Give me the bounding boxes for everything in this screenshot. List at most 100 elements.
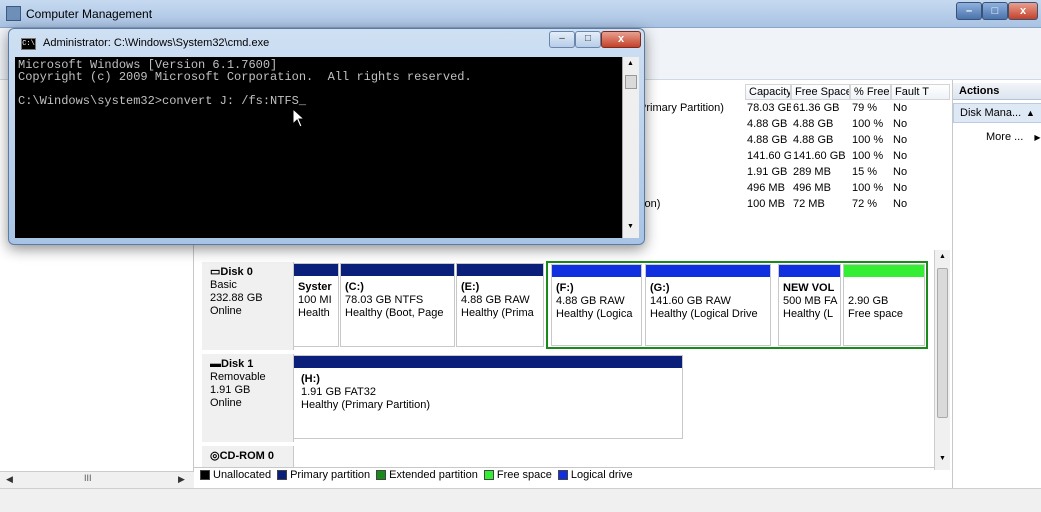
cdrom-0-label[interactable]: ◎CD-ROM 0: [202, 446, 294, 468]
legend-label: Unallocated: [213, 469, 272, 481]
partition-size: 500 MB FA: [783, 295, 838, 307]
partition-g[interactable]: (G:) 141.60 GB RAW Healthy (Logical Drive: [645, 264, 771, 346]
partition-bar: [646, 265, 770, 277]
collapse-icon[interactable]: ▲: [1026, 104, 1035, 122]
partition-bar: [844, 265, 924, 277]
partition-size: 141.60 GB RAW: [650, 295, 731, 307]
partition-c[interactable]: (C:) 78.03 GB NTFS Healthy (Boot, Page: [340, 263, 455, 347]
scroll-left-icon[interactable]: ◀: [6, 474, 13, 485]
legend-item: Extended partition: [370, 468, 478, 483]
actions-disk-management[interactable]: Disk Mana... ▲: [953, 103, 1041, 123]
cell-capacity: 141.60 GB: [747, 150, 791, 162]
disk-graphical-view[interactable]: ▭Disk 0 Basic 232.88 GB Online Syster 100…: [194, 250, 934, 470]
legend-swatch: [277, 470, 288, 481]
column-header-fault-tolerance[interactable]: Fault T: [891, 84, 950, 100]
partition-h[interactable]: (H:) 1.91 GB FAT32 Healthy (Primary Partit…: [293, 355, 683, 439]
partition-free-space[interactable]: 2.90 GB Free space: [843, 264, 925, 346]
partition-status: Healthy (Boot, Page: [345, 307, 444, 319]
cell-pct: 15 %: [852, 166, 878, 178]
legend-item: Free space: [478, 468, 552, 483]
cmd-vertical-scrollbar[interactable]: ▲ ▼: [622, 57, 639, 238]
legend-item: Logical drive: [552, 468, 633, 483]
cmd-close-button[interactable]: x: [601, 31, 641, 48]
partition-size: 4.88 GB RAW: [556, 295, 625, 307]
scroll-thumb[interactable]: [625, 75, 637, 89]
scroll-down-icon[interactable]: ▼: [627, 223, 634, 230]
partition-status: Healthy (Logical Drive: [650, 308, 758, 320]
cell-capacity: 4.88 GB: [747, 134, 788, 146]
actions-section-label: Disk Mana...: [960, 107, 1022, 119]
status-bar: [0, 488, 1041, 512]
cell-free: 4.88 GB: [793, 134, 834, 146]
partition-system[interactable]: Syster 100 MI Health: [293, 263, 339, 347]
cdrom-0-name: ◎CD-ROM 0: [210, 450, 274, 462]
disk-0-name: ▭Disk 0: [210, 266, 253, 278]
scroll-up-icon[interactable]: ▲: [939, 253, 946, 260]
cell-pct: 100 %: [852, 150, 884, 162]
maximize-button[interactable]: □: [982, 2, 1008, 20]
cell-fault: No: [893, 198, 908, 210]
cmd-maximize-button[interactable]: □: [575, 31, 601, 48]
submenu-arrow-icon: ▶: [1034, 133, 1041, 142]
partition-label: (G:): [650, 282, 670, 294]
actions-header: Actions: [953, 83, 1041, 100]
partition-size: 4.88 GB RAW: [461, 294, 530, 306]
scroll-right-icon[interactable]: ▶: [178, 474, 185, 485]
cmd-icon: C:\: [21, 38, 36, 50]
cell-free: 289 MB: [793, 166, 831, 178]
cell-capacity: 496 MB: [747, 182, 785, 194]
tree-horizontal-scrollbar[interactable]: ◀ III ▶: [0, 471, 194, 488]
scroll-down-icon[interactable]: ▼: [939, 455, 946, 462]
legend-label: Logical drive: [570, 469, 633, 481]
legend: Unallocated Primary partition Extended par…: [194, 467, 934, 483]
graph-vertical-scrollbar[interactable]: ▲ ▼: [934, 250, 950, 470]
partition-status: Health: [298, 307, 330, 319]
legend-swatch: [200, 470, 210, 481]
cdrom-icon: ◎: [210, 450, 220, 462]
legend-item: Primary partition: [271, 468, 370, 483]
partition-f[interactable]: (F:) 4.88 GB RAW Healthy (Logica: [551, 264, 642, 346]
partition-e[interactable]: (E:) 4.88 GB RAW Healthy (Prima: [456, 263, 544, 347]
partition-bar: [552, 265, 641, 277]
removable-disk-icon: ▬: [210, 358, 221, 370]
legend-swatch: [483, 470, 494, 481]
cmd-minimize-button[interactable]: –: [549, 31, 575, 48]
close-button[interactable]: x: [1008, 2, 1038, 20]
cmd-window[interactable]: C:\ Administrator: C:\Windows\System32\c…: [8, 28, 645, 245]
partition-size: 1.91 GB FAT32: [301, 386, 377, 398]
cell-fault: No: [893, 182, 908, 194]
column-header-capacity[interactable]: Capacity: [745, 84, 791, 100]
console-output[interactable]: Microsoft Windows [Version 6.1.7600] Cop…: [15, 57, 622, 238]
actions-pane: Actions Disk Mana... ▲ More ... ▶: [952, 80, 1041, 488]
more-actions-link[interactable]: More ... ▶: [986, 131, 1041, 143]
legend-label: Extended partition: [389, 469, 478, 481]
partition-new-vol[interactable]: NEW VOL 500 MB FA Healthy (L: [778, 264, 841, 346]
column-header-free-space[interactable]: Free Space: [791, 84, 850, 100]
scroll-grip-icon[interactable]: III: [84, 473, 114, 483]
cell-free: 72 MB: [793, 198, 825, 210]
cell-capacity: 100 MB: [747, 198, 785, 210]
computer-management-icon: [6, 6, 21, 21]
legend-label: Free space: [496, 469, 552, 481]
disk-1-label[interactable]: ▬Disk 1 Removable 1.91 GB Online: [202, 354, 294, 442]
scroll-up-icon[interactable]: ▲: [627, 60, 634, 67]
cell-fault: No: [893, 150, 908, 162]
cell-capacity: 1.91 GB: [747, 166, 788, 178]
disk-1-name: ▬Disk 1: [210, 358, 254, 370]
partition-bar: [294, 356, 682, 368]
partition-status: Healthy (Primary Partition): [301, 399, 430, 411]
cell-free: 141.60 GB: [793, 150, 846, 162]
partition-label: (F:): [556, 282, 574, 294]
mouse-pointer-icon: [292, 108, 306, 128]
column-header-percent-free[interactable]: % Free: [850, 84, 891, 100]
cmd-window-title: Administrator: C:\Windows\System32\cmd.e…: [43, 37, 270, 49]
disk-0-label[interactable]: ▭Disk 0 Basic 232.88 GB Online: [202, 262, 294, 350]
cell-layout: Primary Partition): [639, 102, 724, 114]
main-window-title: Computer Management: [26, 7, 153, 21]
scroll-thumb[interactable]: [937, 268, 948, 418]
main-window-titlebar[interactable]: Computer Management – □ x: [0, 0, 1041, 28]
minimize-button[interactable]: –: [956, 2, 982, 20]
disk-0-status: Online: [210, 305, 242, 317]
cell-capacity: 4.88 GB: [747, 118, 788, 130]
more-actions-label: More ...: [986, 131, 1024, 143]
